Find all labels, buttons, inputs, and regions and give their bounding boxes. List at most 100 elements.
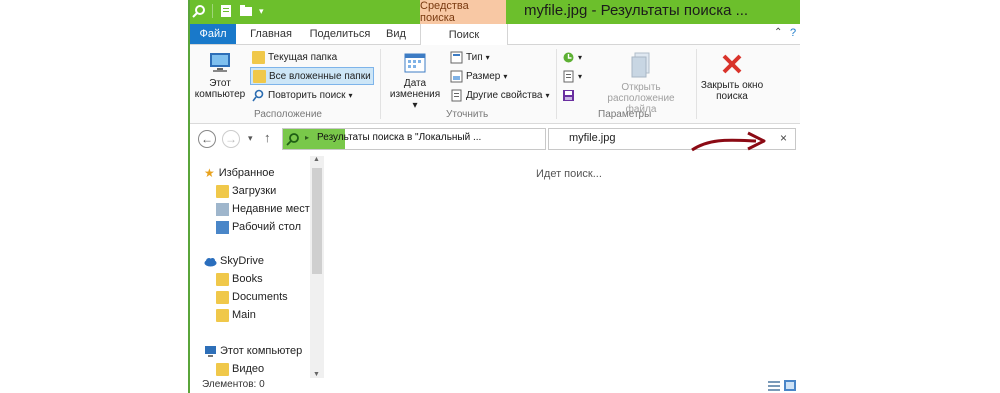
navigation-scrollbar[interactable]: ▲ ▼: [310, 156, 324, 378]
properties-icon[interactable]: [219, 4, 233, 18]
search-again-icon: [252, 89, 264, 101]
this-pc-button[interactable]: Этот компьютер: [194, 51, 246, 100]
search-icon[interactable]: [192, 4, 206, 18]
address-bar[interactable]: ▸ Результаты поиска в "Локальный ...: [282, 128, 546, 150]
quick-access-toolbar: ▾: [192, 3, 264, 19]
scroll-down-icon[interactable]: ▼: [313, 371, 320, 378]
all-subfolders-button[interactable]: Все вложенные папки: [250, 67, 374, 85]
nav-this-pc-label: Этот компьютер: [220, 345, 303, 357]
open-location-icon: [631, 52, 650, 78]
save-search-button[interactable]: [562, 87, 578, 103]
other-properties-label: Другие свойства: [466, 89, 543, 101]
tab-share[interactable]: Поделиться: [306, 24, 374, 44]
navigation-pane: ★ Избранное Загрузки Недавние места Рабо…: [188, 156, 326, 380]
options-group-label: Параметры: [598, 109, 652, 120]
nav-desktop-label: Рабочий стол: [232, 221, 302, 233]
current-folder-label: Текущая папка: [268, 51, 338, 63]
status-bar: Элементов: 0: [188, 378, 800, 393]
downloads-folder-icon: [216, 184, 229, 198]
nav-recent-places[interactable]: Недавние места: [216, 200, 316, 218]
date-modified-label: Дата изменения ▾: [389, 78, 441, 111]
new-folder-icon[interactable]: [239, 4, 253, 18]
kind-button[interactable]: Тип ▾: [450, 49, 490, 65]
minimize-ribbon-icon[interactable]: ⌃: [774, 27, 782, 38]
nav-favorites-label: Избранное: [218, 167, 275, 179]
recent-searches-button[interactable]: ▾: [562, 49, 582, 65]
ribbon-separator: [380, 49, 381, 119]
nav-main-label: Main: [232, 309, 256, 321]
window-title: myfile.jpg - Результаты поиска ...: [524, 2, 749, 19]
nav-favorites[interactable]: ★ Избранное: [204, 164, 275, 182]
title-bar: ▾ Средства поиска myfile.jpg - Результат…: [188, 0, 800, 24]
tab-file[interactable]: Файл: [190, 24, 236, 44]
ribbon: Этот компьютер Текущая папка Все вложенн…: [188, 45, 800, 124]
ribbon-separator: [696, 49, 697, 119]
up-arrow-icon[interactable]: ↑: [264, 130, 271, 145]
dropdown-arrow-icon: ▾: [503, 71, 508, 81]
nav-documents[interactable]: Documents: [216, 288, 288, 306]
large-icons-view-icon[interactable]: [784, 380, 796, 391]
dropdown-arrow-icon: ▾: [578, 71, 583, 81]
scroll-up-icon[interactable]: ▲: [313, 156, 320, 163]
date-modified-button[interactable]: Дата изменения ▾: [386, 51, 444, 111]
advanced-options-button[interactable]: ▾: [562, 68, 582, 84]
location-group-label: Расположение: [254, 109, 322, 120]
folder-icon: [216, 308, 229, 322]
scrollbar-thumb[interactable]: [312, 168, 322, 274]
dropdown-arrow-icon: ▾: [485, 52, 490, 62]
video-folder-icon: [216, 362, 229, 376]
ribbon-tabs: Файл Главная Поделиться Вид Поиск ⌃ ?: [188, 24, 800, 46]
search-tools-context-tab: Средства поиска: [420, 0, 506, 24]
computer-icon: [210, 53, 230, 72]
back-button[interactable]: ←: [198, 130, 216, 148]
window-left-border: [188, 0, 190, 393]
breadcrumb-chevron-icon[interactable]: ▸: [305, 133, 309, 142]
search-again-button[interactable]: Повторить поиск ▾: [252, 87, 353, 103]
nav-skydrive-label: SkyDrive: [220, 255, 265, 267]
recent-searches-icon: [563, 52, 574, 62]
nav-recent-label: Недавние места: [232, 203, 316, 215]
advanced-options-icon: [563, 70, 574, 82]
folder-icon: [216, 290, 229, 304]
address-path: Результаты поиска в "Локальный ...: [317, 132, 482, 143]
nav-downloads[interactable]: Загрузки: [216, 182, 276, 200]
kind-label: Тип: [466, 51, 483, 63]
search-again-label: Повторить поиск: [268, 89, 346, 101]
forward-button[interactable]: →: [222, 130, 240, 148]
forward-arrow-icon: →: [225, 132, 237, 146]
nav-documents-label: Documents: [232, 291, 288, 303]
details-view-icon[interactable]: [768, 380, 780, 391]
recent-locations-icon[interactable]: ▾: [248, 133, 253, 144]
search-input[interactable]: myfile.jpg: [569, 132, 615, 144]
desktop-icon: [216, 220, 229, 234]
close-icon: [722, 54, 742, 74]
nav-video-label: Видео: [232, 363, 265, 375]
nav-skydrive[interactable]: SkyDrive: [204, 252, 264, 270]
ribbon-separator: [556, 49, 557, 119]
open-file-location-button[interactable]: Открыть расположение файла: [592, 51, 690, 115]
size-button[interactable]: Размер ▾: [450, 68, 507, 84]
item-count: Элементов: 0: [202, 379, 265, 390]
nav-this-pc[interactable]: Этот компьютер: [204, 342, 302, 360]
help-icon[interactable]: ?: [790, 27, 796, 39]
customize-quick-access-icon[interactable]: ▾: [259, 6, 264, 17]
nav-books[interactable]: Books: [216, 270, 263, 288]
dropdown-arrow-icon: ▾: [545, 90, 550, 100]
search-status-message: Идет поиск...: [536, 168, 602, 180]
computer-icon: [205, 345, 216, 357]
nav-video[interactable]: Видео: [216, 360, 264, 378]
clear-search-icon[interactable]: ×: [780, 131, 787, 145]
close-search-button[interactable]: Закрыть окно поиска: [700, 51, 764, 102]
other-properties-button[interactable]: Другие свойства ▾: [450, 87, 550, 103]
nav-main[interactable]: Main: [216, 306, 256, 324]
calendar-icon: [404, 53, 426, 73]
nav-desktop[interactable]: Рабочий стол: [216, 218, 301, 236]
tab-home[interactable]: Главная: [240, 24, 302, 44]
back-arrow-icon: ←: [201, 132, 213, 146]
tab-search[interactable]: Поиск: [420, 24, 508, 46]
folder-icon: [252, 50, 265, 64]
current-folder-button[interactable]: Текущая папка: [252, 49, 337, 65]
star-icon: ★: [204, 166, 215, 180]
tab-view[interactable]: Вид: [378, 24, 414, 44]
search-results-icon: [286, 133, 299, 146]
